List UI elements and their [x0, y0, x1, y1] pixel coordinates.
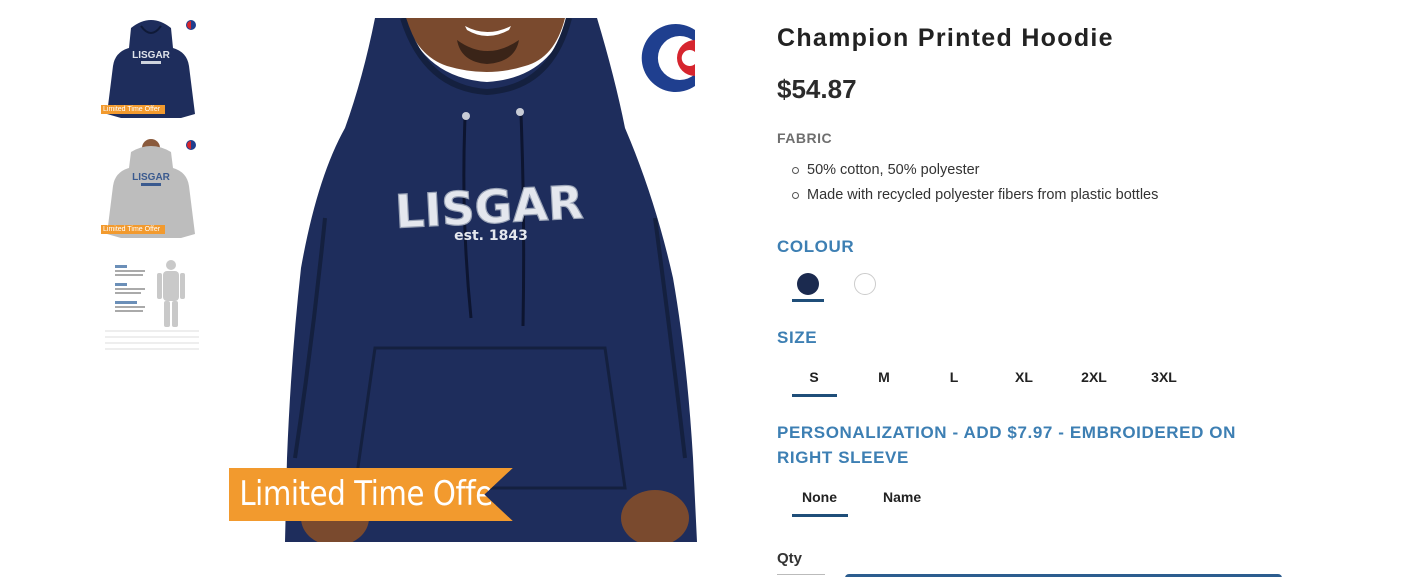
thumbnail-size-chart[interactable] [101, 257, 201, 357]
hoodie-print-year: est. 1843 [454, 228, 528, 244]
personalization-option-name[interactable]: Name [883, 489, 921, 505]
fabric-list: 50% cotton, 50% polyester Made with recy… [777, 158, 1158, 208]
fabric-item: Made with recycled polyester fibers from… [777, 183, 1158, 208]
svg-text:LISGAR: LISGAR [132, 50, 171, 61]
hoodie-photo: LISGAR est. 1843 [225, 18, 745, 542]
selected-colour-indicator [792, 299, 824, 302]
size-chart-thumbnail-image [101, 257, 201, 357]
personalization-heading: PERSONALIZATION - ADD $7.97 - EMBROIDERE… [777, 423, 1236, 467]
thumbnail-grey-hoodie[interactable]: LISGAR Limited Time Offer [101, 138, 201, 238]
hoodie-navy-thumbnail-image: LISGAR [101, 18, 201, 118]
size-option-xl[interactable]: XL [1001, 369, 1047, 385]
personalization-option-none[interactable]: None [802, 489, 837, 505]
selected-personalization-indicator [792, 514, 848, 517]
limited-offer-badge: Limited Time Offer [101, 105, 166, 114]
quantity-label: Qty [777, 550, 803, 567]
colour-swatch-white[interactable] [854, 273, 876, 295]
size-option-l[interactable]: L [931, 369, 977, 385]
limited-offer-badge: Limited Time Offer [101, 225, 166, 234]
size-option-3xl[interactable]: 3XL [1141, 369, 1187, 385]
main-product-image[interactable]: LISGAR est. 1843 Limited Time Offer [225, 18, 745, 542]
hoodie-grey-thumbnail-image: LISGAR [101, 138, 201, 238]
size-option-m[interactable]: M [861, 369, 907, 385]
fabric-item: 50% cotton, 50% polyester [777, 158, 1158, 183]
svg-text:LISGAR: LISGAR [132, 172, 171, 183]
limited-offer-banner: Limited Time Offer [229, 468, 513, 521]
product-title: Champion Printed Hoodie [777, 24, 1114, 52]
thumbnail-navy-hoodie[interactable]: LISGAR Limited Time Offer [101, 18, 201, 118]
colour-swatch-navy[interactable] [797, 273, 819, 295]
colour-heading: COLOUR [777, 237, 855, 256]
selected-size-indicator [792, 394, 837, 397]
product-price: $54.87 [777, 74, 857, 104]
size-option-2xl[interactable]: 2XL [1071, 369, 1117, 385]
size-heading: SIZE [777, 328, 818, 347]
fabric-heading: FABRIC [777, 130, 833, 146]
size-option-s[interactable]: S [791, 369, 837, 385]
